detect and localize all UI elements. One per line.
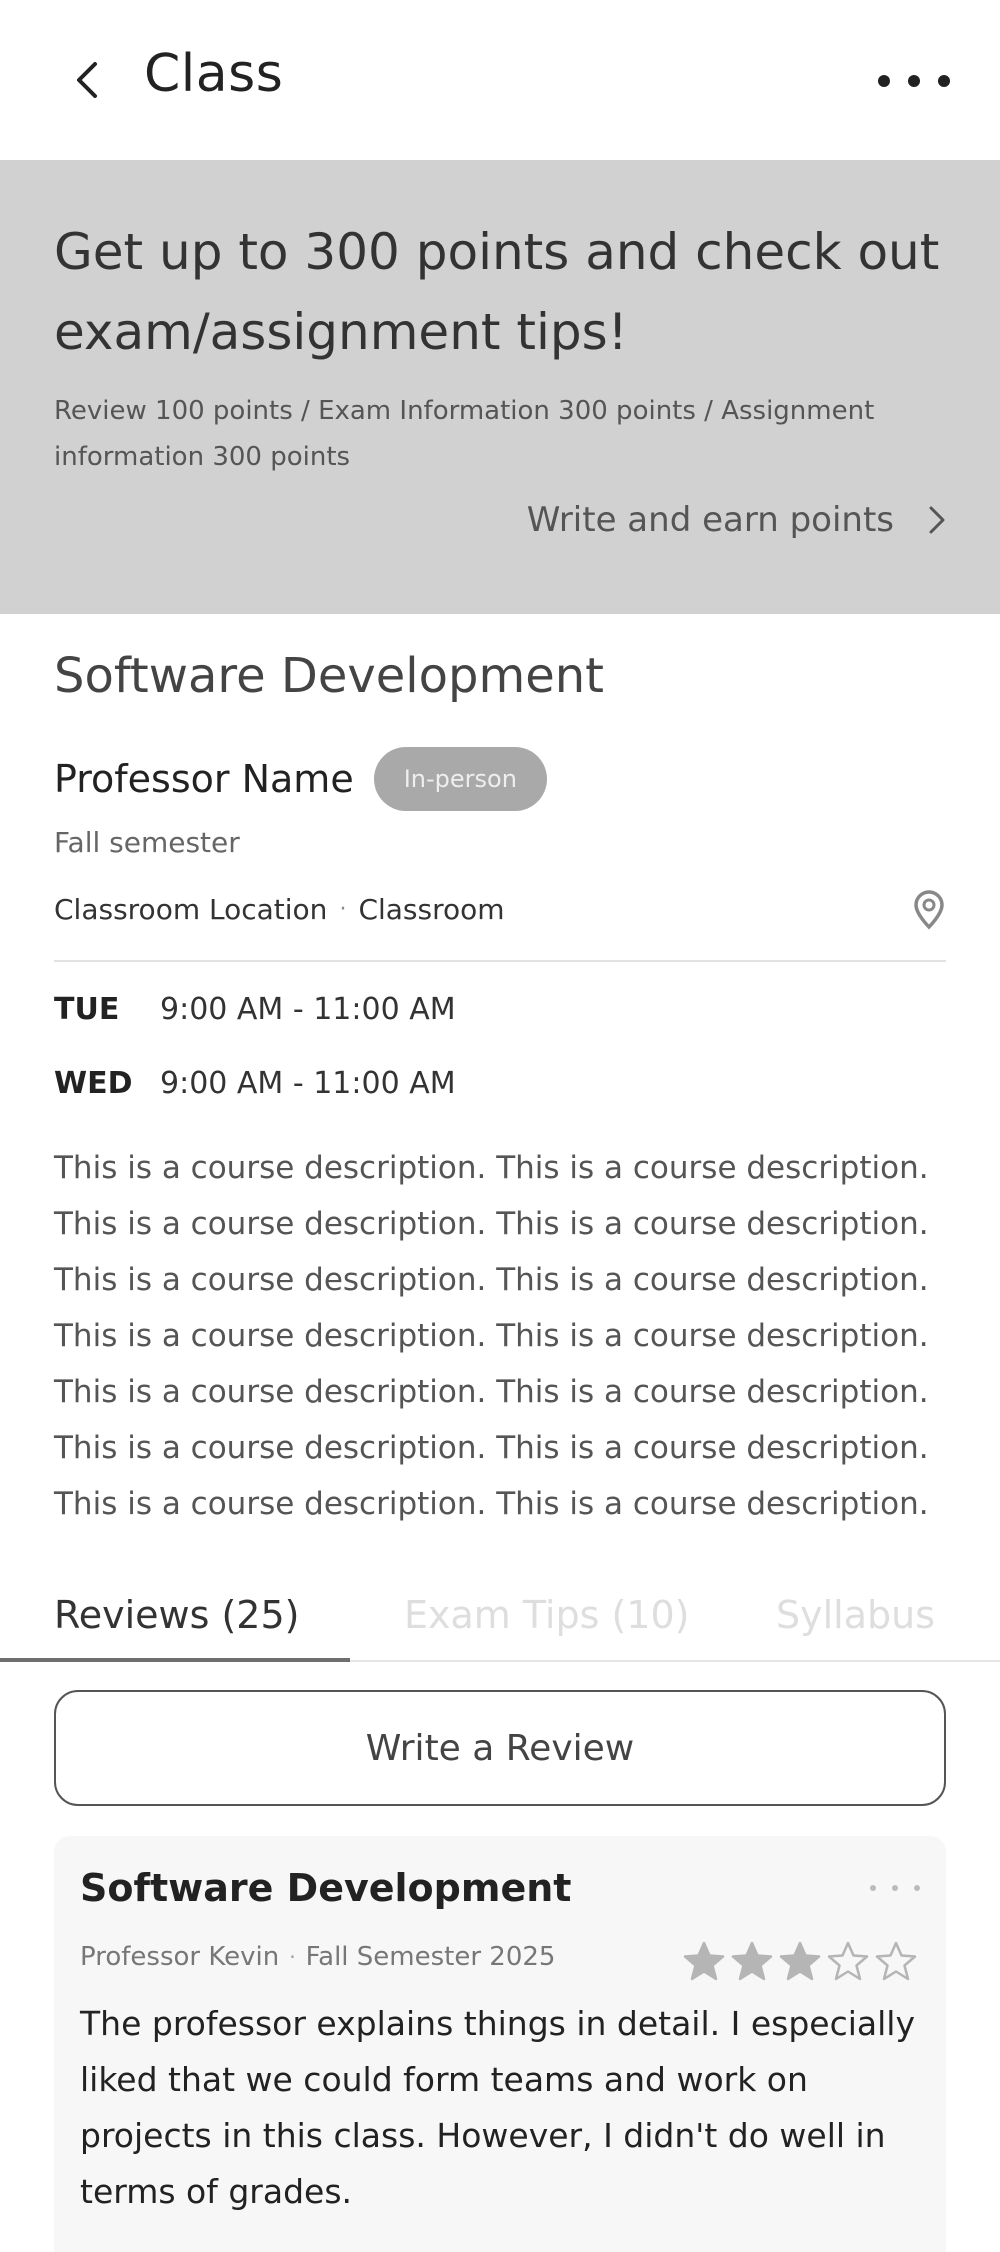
review-body: The professor explains things in detail.… [80, 2004, 915, 2211]
schedule-row: WED 9:00 AM - 11:00 AM [54, 1060, 456, 1106]
description-line: This is a course description. This is a … [54, 1206, 929, 1242]
star-filled-icon [683, 1941, 725, 1981]
location-separator: · [339, 896, 347, 922]
promo-subtext: Review 100 points / Exam Information 300… [54, 396, 875, 472]
star-rating [678, 1940, 918, 1982]
points-promo-banner: Get up to 300 points and check out exam/… [0, 160, 1000, 614]
description-line: This is a course description. This is a … [54, 1318, 929, 1354]
description-line: This is a course description. This is a … [54, 1430, 929, 1466]
review-meta: Professor Kevin · Fall Semester 2025 [80, 1942, 555, 1972]
review-semester: Fall Semester 2025 [305, 1942, 556, 1972]
star-outline-icon [827, 1941, 869, 1981]
review-course-title: Software Development [80, 1866, 572, 1910]
course-description: This is a course description. This is a … [54, 1140, 954, 1532]
app-header: Class [0, 0, 1000, 160]
star-filled-icon [731, 1941, 773, 1981]
promo-headline: Get up to 300 points and check out exam/… [54, 223, 940, 361]
page-title: Class [144, 44, 284, 104]
class-mode-badge: In-person [373, 747, 547, 811]
description-line: This is a course description. This is a … [54, 1486, 929, 1522]
tab-exam-tips[interactable]: Exam Tips (10) [404, 1570, 689, 1660]
write-and-earn-link[interactable]: Write and earn points [527, 490, 946, 550]
schedule-day: WED [54, 1065, 133, 1101]
tab-syllabus[interactable]: Syllabus [776, 1570, 935, 1660]
star-filled-icon [779, 1941, 821, 1981]
classroom-room: Classroom [358, 892, 505, 926]
professor-row: Professor Name In-person [54, 746, 547, 812]
classroom-location: Classroom Location [54, 892, 328, 926]
review-more-button[interactable] [870, 1876, 920, 1900]
schedule-row: TUE 9:00 AM - 11:00 AM [54, 986, 456, 1032]
semester-label: Fall semester [54, 826, 240, 859]
schedule-time: 9:00 AM - 11:00 AM [160, 1065, 456, 1101]
review-professor: Professor Kevin [80, 1942, 280, 1972]
meta-separator: · [289, 1945, 296, 1969]
more-options-button[interactable] [878, 56, 950, 106]
review-card: Software Development Professor Kevin · F… [54, 1836, 946, 2252]
more-horizontal-icon [878, 75, 890, 87]
location-row: Classroom Location · Classroom [54, 886, 946, 932]
map-pin-icon[interactable] [912, 890, 946, 930]
professor-name: Professor Name [54, 757, 354, 801]
content-tabs: Reviews (25) Exam Tips (10) Syllabus [0, 1570, 1000, 1662]
chevron-right-icon [929, 506, 945, 534]
description-line: This is a course description. This is a … [54, 1374, 929, 1410]
course-title: Software Development [54, 648, 604, 704]
description-line: This is a course description. This is a … [54, 1262, 929, 1298]
more-horizontal-icon [870, 1885, 876, 1891]
write-review-button[interactable]: Write a Review [54, 1690, 946, 1806]
back-button[interactable] [62, 52, 112, 108]
tab-reviews[interactable]: Reviews (25) [54, 1570, 299, 1660]
description-line: This is a course description. This is a … [54, 1150, 929, 1186]
active-tab-indicator [0, 1658, 350, 1662]
class-detail-screen: Class Get up to 300 points and check out… [0, 0, 1000, 2252]
chevron-left-icon [77, 62, 97, 98]
star-outline-icon [875, 1941, 917, 1981]
schedule-day: TUE [54, 991, 120, 1027]
schedule-time: 9:00 AM - 11:00 AM [160, 991, 456, 1027]
promo-cta-label: Write and earn points [526, 500, 894, 540]
section-divider [54, 960, 946, 962]
